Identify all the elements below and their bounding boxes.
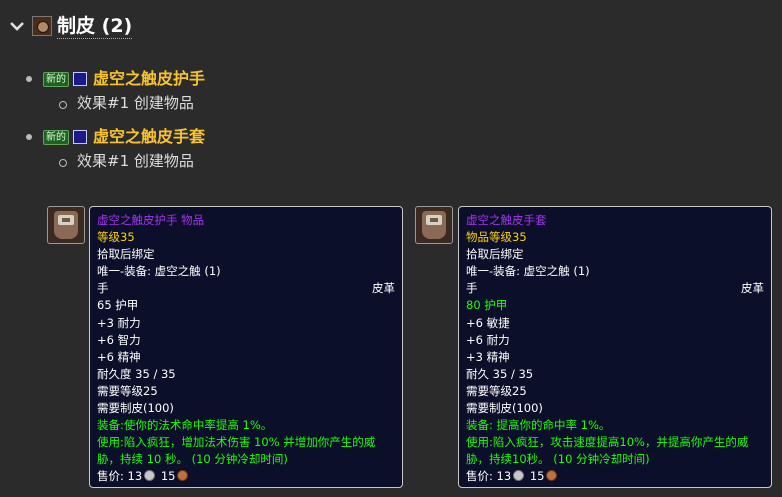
stat: +6 耐力 (466, 332, 510, 347)
copper-coin-icon (546, 470, 558, 482)
stat: +3 耐力 (97, 315, 141, 330)
slot-row: 手 皮革 (466, 280, 764, 297)
silver-coin-icon (144, 470, 156, 482)
effect-text: 效果#1 创建物品 (77, 94, 194, 112)
item-quality-icon (73, 72, 87, 86)
item-level: 物品等级35 (466, 230, 527, 245)
unique-text: 唯一-装备: 虚空之触 (1) (97, 264, 221, 279)
copper-coin-icon (177, 470, 189, 482)
item-quality-icon (73, 130, 87, 144)
sub-bullet (59, 159, 67, 167)
item-name: 虚空之触皮手套 (466, 213, 547, 227)
slot-row: 手 皮革 (97, 280, 395, 297)
bind-text: 拾取后绑定 (97, 247, 155, 262)
sell-price: 售价: 13 15 (97, 468, 395, 485)
durability: 耐久度 35 / 35 (97, 366, 176, 381)
recipe-link[interactable]: 虚空之触皮护手 (93, 68, 205, 90)
silver-amount: 13 (127, 469, 143, 484)
silver-coin-icon (513, 470, 525, 482)
item-level: 等级35 (97, 230, 135, 245)
glove-icon[interactable] (47, 206, 85, 244)
category-header[interactable]: 制皮 (2) (8, 12, 133, 40)
bind-text: 拾取后绑定 (466, 247, 524, 262)
stat: +6 精神 (97, 349, 141, 364)
use-effect: 使用:陷入疯狂，攻击速度提高10%，并提高你产生的威胁，持续10秒。 (10 分… (466, 435, 749, 467)
sell-price: 售价: 13 15 (466, 468, 764, 485)
copper-amount: 15 (160, 469, 176, 484)
item-name: 虚空之触皮护手 物品 (97, 213, 205, 227)
stat: +6 智力 (97, 332, 141, 347)
equip-effect: 装备:使你的法术命中率提高 1%。 (97, 418, 273, 433)
use-effect: 使用:陷入疯狂，增加法术伤害 10% 并增加你产生的威胁，持续 10 秒。 (1… (97, 435, 376, 467)
chevron-down-icon[interactable] (8, 17, 26, 35)
glove-icon[interactable] (415, 206, 453, 244)
sub-bullet (59, 101, 67, 109)
unique-text: 唯一-装备: 虚空之触 (1) (466, 264, 590, 279)
list-item: 新的 虚空之触皮手套 效果#1 创建物品 (26, 126, 626, 184)
armor: 65 护甲 (97, 298, 139, 313)
slot: 手 (97, 281, 109, 296)
leatherworking-icon (32, 16, 52, 36)
list-item: 新的 虚空之触皮护手 效果#1 创建物品 (26, 68, 626, 126)
armor: 80 护甲 (466, 298, 508, 313)
stat: +6 敏捷 (466, 315, 510, 330)
stat: +3 精神 (466, 349, 510, 364)
durability: 耐久 35 / 35 (466, 366, 534, 381)
slot: 手 (466, 281, 478, 296)
bullet (26, 76, 32, 82)
new-badge: 新的 (43, 72, 69, 87)
armor-type: 皮革 (372, 281, 395, 296)
equip-effect: 装备: 提高你的命中率 1%。 (466, 418, 611, 433)
bullet (26, 134, 32, 140)
required-level: 需要等级25 (466, 383, 527, 398)
item-tooltip: 虚空之触皮手套 物品等级35 拾取后绑定 唯一-装备: 虚空之触 (1) 手 皮革… (458, 206, 772, 488)
category-title[interactable]: 制皮 (2) (57, 14, 133, 39)
required-skill: 需要制皮(100) (97, 401, 174, 416)
required-level: 需要等级25 (97, 383, 158, 398)
new-badge: 新的 (43, 130, 69, 145)
item-tooltip: 虚空之触皮护手 物品 等级35 拾取后绑定 唯一-装备: 虚空之触 (1) 手 皮… (89, 206, 403, 488)
recipe-list: 新的 虚空之触皮护手 效果#1 创建物品 新的 虚空之触皮手套 效果#1 创建物… (26, 68, 626, 184)
armor-type: 皮革 (741, 281, 764, 296)
required-skill: 需要制皮(100) (466, 401, 543, 416)
silver-amount: 13 (496, 469, 512, 484)
effect-text: 效果#1 创建物品 (77, 152, 194, 170)
copper-amount: 15 (529, 469, 545, 484)
recipe-link[interactable]: 虚空之触皮手套 (93, 126, 205, 148)
